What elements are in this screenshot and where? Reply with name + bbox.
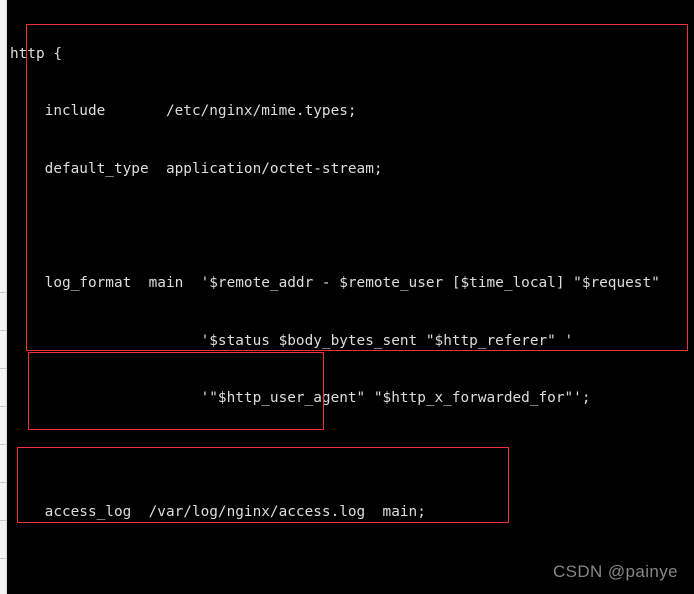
code-line: access_log /var/log/nginx/access.log mai… <box>10 504 426 521</box>
page-edge-strip <box>0 0 7 594</box>
code-line: http { <box>10 46 62 63</box>
code-line: include /etc/nginx/mime.types; <box>10 103 357 120</box>
code-line: log_format main '$remote_addr - $remote_… <box>10 275 660 292</box>
code-line: default_type application/octet-stream; <box>10 160 383 177</box>
nginx-config-text[interactable]: http { include /etc/nginx/mime.types; de… <box>8 7 694 594</box>
code-line: '"$http_user_agent" "$http_x_forwarded_f… <box>10 389 591 406</box>
code-line: '$status $body_bytes_sent "$http_referer… <box>10 332 574 349</box>
terminal-window[interactable]: http { include /etc/nginx/mime.types; de… <box>8 0 694 594</box>
terminal-screenshot: http { include /etc/nginx/mime.types; de… <box>0 0 694 594</box>
csdn-watermark: CSDN @painye <box>552 562 678 581</box>
